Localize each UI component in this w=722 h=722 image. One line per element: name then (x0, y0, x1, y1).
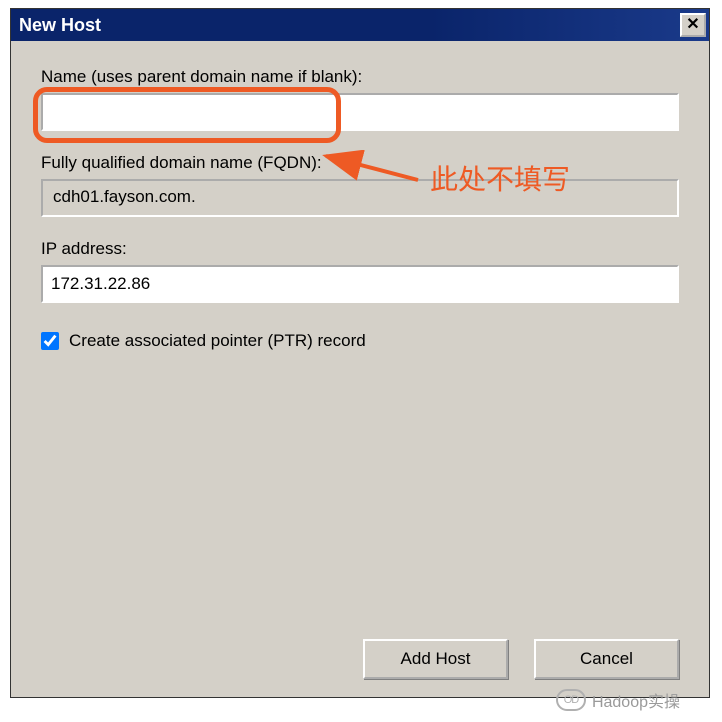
ptr-label: Create associated pointer (PTR) record (69, 331, 366, 351)
ip-label: IP address: (41, 239, 679, 259)
name-field-group: Name (uses parent domain name if blank): (41, 67, 679, 131)
ip-field-group: IP address: (41, 239, 679, 303)
name-label: Name (uses parent domain name if blank): (41, 67, 679, 87)
add-host-button[interactable]: Add Host (363, 639, 508, 679)
watermark-cloud-icon: OD (556, 689, 586, 711)
ptr-checkbox-row: Create associated pointer (PTR) record (41, 331, 679, 351)
titlebar: New Host ✕ (11, 9, 709, 41)
button-row: Add Host Cancel (41, 619, 679, 679)
fqdn-field-group: Fully qualified domain name (FQDN): cdh0… (41, 153, 679, 217)
ip-input[interactable] (41, 265, 679, 303)
close-icon: ✕ (686, 17, 699, 33)
close-button[interactable]: ✕ (680, 13, 706, 37)
watermark: OD Hadoop实操 (556, 688, 680, 712)
name-input-wrapper (41, 93, 679, 131)
watermark-text: Hadoop实操 (592, 688, 680, 712)
cancel-button[interactable]: Cancel (534, 639, 679, 679)
ptr-checkbox[interactable] (41, 332, 59, 350)
name-input[interactable] (41, 93, 679, 131)
fqdn-label: Fully qualified domain name (FQDN): (41, 153, 679, 173)
new-host-dialog: New Host ✕ Name (uses parent domain name… (10, 8, 710, 698)
window-title: New Host (19, 15, 101, 36)
fqdn-display: cdh01.fayson.com. (41, 179, 679, 217)
dialog-content: Name (uses parent domain name if blank):… (11, 41, 709, 697)
